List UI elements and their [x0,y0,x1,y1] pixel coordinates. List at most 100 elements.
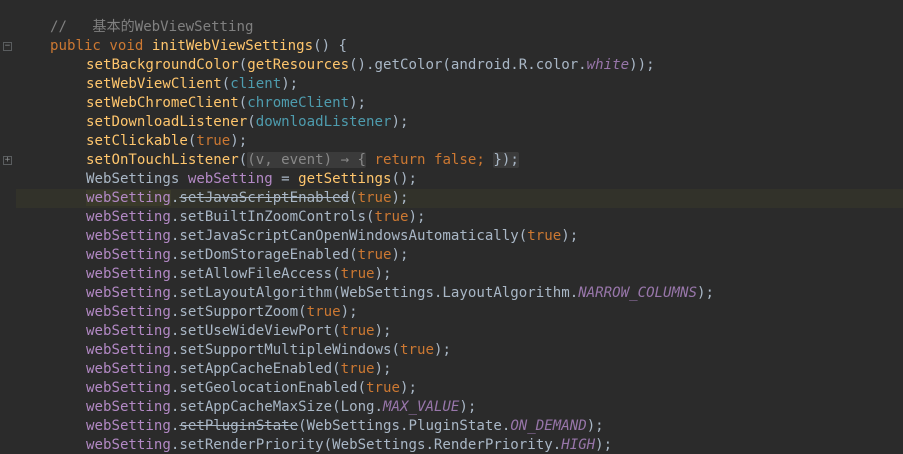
call-name: setOnTouchListener [86,152,239,168]
punct: ( [298,418,307,434]
constant-arg: HIGH [561,437,596,453]
call-name: setClickable [86,133,188,149]
constant-arg: MAX_VALUE [383,399,460,415]
local-var: webSetting [86,209,171,225]
code-area[interactable]: // 基本的WebViewSetting public void initWeb… [16,0,903,454]
code-line-websetting-call: webSetting.setBuiltInZoomControls(true); [16,208,903,227]
punct: ); [374,266,392,282]
code-line-websetting-call: webSetting.setPluginState(WebSettings.Pl… [16,417,903,436]
method-name: initWebViewSettings [151,38,314,54]
code-line-websetting-call: webSetting.setSupportZoom(true); [16,303,903,322]
comment-text: // 基本的WebViewSetting [50,19,254,35]
code-editor[interactable]: − + // 基本的WebViewSetting public void ini… [0,0,903,454]
code-line-websetting-call: webSetting.setAppCacheMaxSize(Long.MAX_V… [16,398,903,417]
local-var: webSetting [86,418,171,434]
method-call-name: setSupportMultipleWindows [179,342,392,358]
method-call-name: setUseWideViewPort [179,323,333,339]
keyword-true: true [357,247,392,263]
punct: ); [696,285,714,301]
code-line-websetting-call: webSetting.setGeolocationEnabled(true); [16,379,903,398]
punct: ); [459,399,477,415]
punct: (android.R.color. [442,57,587,73]
punct: ( [247,114,256,130]
punct: ( [332,361,341,377]
call-name: getResources [247,57,350,73]
code-line-websetting-call: webSetting.setLayoutAlgorithm(WebSetting… [16,284,903,303]
method-call-name: setBuiltInZoomControls [179,209,367,225]
method-call-name: setAllowFileAccess [179,266,333,282]
code-line-set-on-touch-listener: setOnTouchListener((v, event) → { return… [16,151,903,170]
punct: ); [400,380,417,396]
arg-prefix: WebSettings.LayoutAlgorithm. [340,285,579,301]
punct: ); [408,209,426,225]
code-line-set-clickable: setClickable(true); [16,132,903,151]
call-name: setWebChromeClient [86,95,239,111]
punct: )); [629,57,655,73]
punct: ); [340,304,358,320]
method-parens: () { [313,38,348,54]
punct: ( [323,437,333,453]
field-ref: chromeClient [247,95,350,111]
folded-lambda[interactable]: (v, event) → { [247,152,367,168]
local-var: webSetting [86,190,171,206]
folded-lambda-end[interactable]: }); [493,152,519,168]
punct: ); [281,76,299,92]
punct: ( [332,266,341,282]
code-line-method-signature: public void initWebViewSettings() { [16,37,903,56]
keyword-void: void [109,38,144,54]
punct: ); [374,323,392,339]
fold-collapse-icon[interactable]: − [3,42,12,51]
punct: ( [332,323,341,339]
punct: ( [238,95,248,111]
keyword-true: true [366,380,401,396]
code-line-websetting-call: webSetting.setJavaScriptEnabled(true); [16,189,903,208]
punct: ( [391,342,401,358]
punct: ( [332,399,341,415]
punct: (). [349,57,375,73]
local-var: webSetting [86,380,171,396]
keyword-true: true [306,304,341,320]
punct: ( [349,190,358,206]
punct: ); [391,114,409,130]
keyword-true: true [196,133,231,149]
code-line-comment: // 基本的WebViewSetting [16,18,903,37]
code-line-websetting-call: webSetting.setAllowFileAccess(true); [16,265,903,284]
method-call-name: setAppCacheEnabled [179,361,333,377]
keyword-true: true [340,361,375,377]
punct: ); [349,95,367,111]
punct: ); [561,228,579,244]
keyword-true: true [527,228,562,244]
punct: ( [349,247,358,263]
deprecated-method-name: setPluginState [179,418,299,434]
editor-gutter: − + [0,0,16,454]
local-var: webSetting [187,171,273,187]
fold-expand-icon[interactable]: + [3,156,12,165]
punct: ( [221,76,231,92]
local-var: webSetting [86,323,171,339]
punct: ); [433,342,451,358]
local-var: webSetting [86,304,171,320]
punct: = [272,171,299,187]
local-var: webSetting [86,342,171,358]
code-line-websetting-call: webSetting.setJavaScriptCanOpenWindowsAu… [16,227,903,246]
keyword-public: public [50,38,101,54]
punct: ( [298,304,307,320]
call-name: setDownloadListener [86,114,248,130]
local-var: webSetting [86,285,171,301]
method-call-name: setJavaScriptCanOpenWindowsAutomatically [179,228,519,244]
code-line-websetting-call: webSetting.setRenderPriority(WebSettings… [16,436,903,454]
local-var: webSetting [86,437,171,453]
punct: ( [332,285,341,301]
punct: ( [357,380,367,396]
code-line-set-background-color: setBackgroundColor(getResources().getCol… [86,57,655,73]
keyword-true: true [374,209,409,225]
local-var: webSetting [86,266,171,282]
code-line-websettings-decl: WebSettings webSetting = getSettings(); [16,170,903,189]
local-var: webSetting [86,228,171,244]
method-call-name: setGeolocationEnabled [179,380,358,396]
deprecated-method-name: setJavaScriptEnabled [179,190,350,206]
punct: ); [391,190,409,206]
keyword-true: true [357,190,392,206]
field-ref: client [230,76,282,92]
local-var: webSetting [86,361,171,377]
